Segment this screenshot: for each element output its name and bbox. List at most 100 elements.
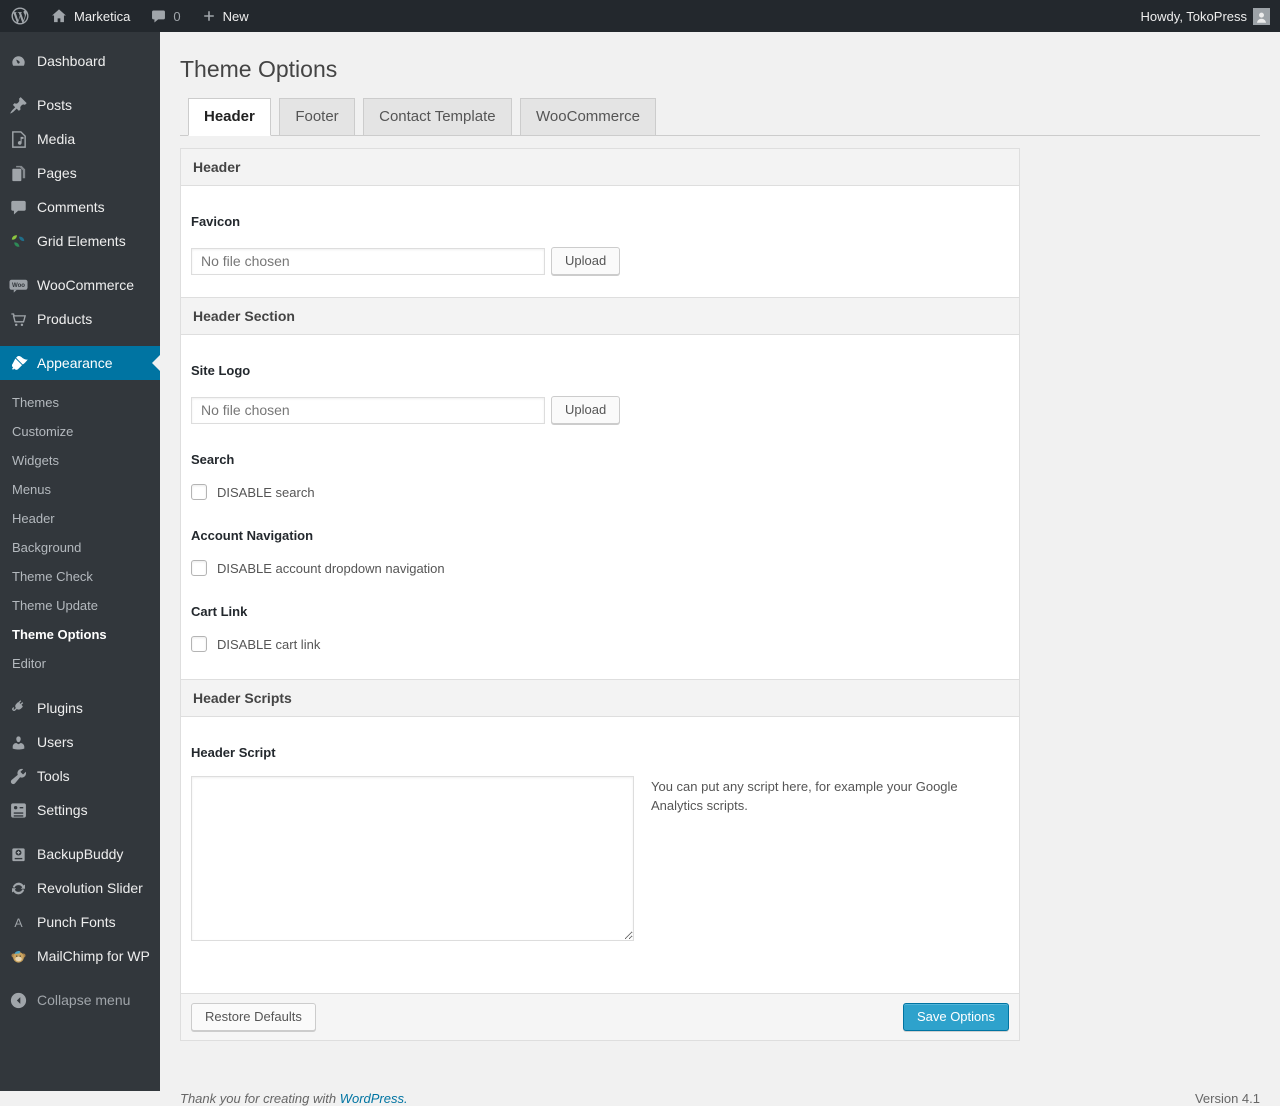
menu-separator [0, 336, 160, 346]
sidebar-item-mailchimp[interactable]: MailChimp for WP [0, 939, 160, 973]
submenu-item-theme-options[interactable]: Theme Options [0, 620, 160, 649]
sidebar-item-woocommerce[interactable]: Woo WooCommerce [0, 268, 160, 302]
dashboard-icon [0, 52, 37, 71]
wp-logo-menu[interactable] [0, 0, 40, 32]
media-icon [0, 130, 37, 149]
favicon-upload-row: Upload [191, 247, 1009, 275]
comment-count: 0 [173, 8, 181, 24]
submenu-item-theme-check[interactable]: Theme Check [0, 562, 160, 591]
disable-cart-link-label[interactable]: DISABLE cart link [217, 637, 320, 652]
tab-contact-template[interactable]: Contact Template [363, 98, 512, 136]
wordpress-link[interactable]: WordPress. [340, 1091, 408, 1106]
cart-icon [0, 310, 37, 329]
submenu-item-theme-update[interactable]: Theme Update [0, 591, 160, 620]
monkey-icon [0, 947, 37, 966]
comment-bubble-icon [150, 8, 167, 25]
favicon-upload-button[interactable]: Upload [551, 247, 621, 275]
disable-account-nav-label[interactable]: DISABLE account dropdown navigation [217, 561, 445, 576]
site-name-link[interactable]: Marketica [40, 0, 140, 32]
admin-sidebar: Dashboard Posts Media Pages Comments Gri… [0, 32, 160, 1091]
theme-options-tabs: Header Footer Contact Template WooCommer… [180, 98, 1260, 136]
menu-separator [0, 827, 160, 837]
disable-account-nav-checkbox[interactable] [191, 560, 207, 576]
menu-separator [0, 78, 160, 88]
pages-icon [0, 164, 37, 183]
submenu-item-themes[interactable]: Themes [0, 388, 160, 417]
sidebar-item-punch-fonts[interactable]: A Punch Fonts [0, 905, 160, 939]
footer-version: Version 4.1 [1194, 1091, 1260, 1106]
disable-account-nav-row: DISABLE account dropdown navigation [191, 560, 1009, 576]
tab-footer[interactable]: Footer [279, 98, 355, 136]
save-options-button[interactable]: Save Options [902, 1003, 1009, 1031]
active-menu-arrow [152, 355, 160, 371]
favicon-field: Favicon Upload [181, 214, 1019, 275]
svg-text:A: A [14, 915, 23, 929]
account-navigation-label: Account Navigation [191, 528, 314, 543]
sidebar-item-products[interactable]: Products [0, 302, 160, 336]
sidebar-item-appearance[interactable]: Appearance [0, 346, 160, 380]
backup-icon [0, 845, 37, 864]
site-logo-field: Site Logo Upload [181, 363, 1019, 424]
plus-icon [201, 8, 217, 24]
pushpin-icon [0, 96, 37, 115]
footer-thanks: Thank you for creating with WordPress. [180, 1091, 408, 1106]
collapse-arrow-icon [0, 991, 37, 1010]
svg-text:Woo: Woo [12, 282, 25, 289]
cart-link-field: Cart Link DISABLE cart link [181, 604, 1019, 652]
sidebar-item-grid-elements[interactable]: Grid Elements [0, 224, 160, 258]
submenu-item-menus[interactable]: Menus [0, 475, 160, 504]
sidebar-item-plugins[interactable]: Plugins [0, 691, 160, 725]
disable-cart-link-checkbox[interactable] [191, 636, 207, 652]
submenu-item-editor[interactable]: Editor [0, 649, 160, 678]
settings-icon [0, 801, 37, 820]
restore-defaults-button[interactable]: Restore Defaults [191, 1003, 316, 1031]
wrench-icon [0, 767, 37, 786]
header-script-hint: You can put any script here, for example… [651, 779, 958, 813]
sidebar-item-backupbuddy[interactable]: BackupBuddy [0, 837, 160, 871]
submenu-item-background[interactable]: Background [0, 533, 160, 562]
page-footer: Thank you for creating with WordPress. V… [180, 1091, 1260, 1106]
disable-search-label[interactable]: DISABLE search [217, 485, 315, 500]
sidebar-item-posts[interactable]: Posts [0, 88, 160, 122]
tab-woocommerce[interactable]: WooCommerce [520, 98, 656, 136]
main-content: Theme Options Header Footer Contact Temp… [160, 32, 1280, 1106]
my-account-menu[interactable]: Howdy, TokoPress [1131, 0, 1280, 32]
wordpress-logo-icon [10, 6, 30, 26]
site-logo-upload-button[interactable]: Upload [551, 396, 621, 424]
disable-search-checkbox[interactable] [191, 484, 207, 500]
section-header-scripts-bar: Header Scripts [181, 679, 1019, 717]
submenu-item-widgets[interactable]: Widgets [0, 446, 160, 475]
sidebar-item-tools[interactable]: Tools [0, 759, 160, 793]
sidebar-item-settings[interactable]: Settings [0, 793, 160, 827]
comment-icon [0, 198, 37, 217]
admin-bar: Marketica 0 New Howdy, TokoPress [0, 0, 1280, 32]
submenu-item-customize[interactable]: Customize [0, 417, 160, 446]
site-logo-upload-row: Upload [191, 396, 1009, 424]
sidebar-item-media[interactable]: Media [0, 122, 160, 156]
disable-cart-link-row: DISABLE cart link [191, 636, 1009, 652]
sidebar-item-comments[interactable]: Comments [0, 190, 160, 224]
header-script-textarea[interactable] [191, 776, 634, 941]
sidebar-item-users[interactable]: Users [0, 725, 160, 759]
comments-shortcut[interactable]: 0 [140, 0, 190, 32]
favicon-file-input[interactable] [191, 247, 545, 275]
tab-header[interactable]: Header [188, 98, 271, 136]
site-logo-file-input[interactable] [191, 396, 545, 424]
user-icon [0, 733, 37, 752]
header-script-row: You can put any script here, for example… [191, 776, 1009, 941]
sidebar-item-dashboard[interactable]: Dashboard [0, 44, 160, 78]
panel-footer: Restore Defaults Save Options [181, 993, 1019, 1040]
submenu-item-header[interactable]: Header [0, 504, 160, 533]
site-name-label: Marketica [74, 8, 131, 24]
menu-separator [0, 973, 160, 983]
collapse-menu-button[interactable]: Collapse menu [0, 983, 160, 1017]
letter-a-icon: A [0, 913, 37, 932]
new-content-menu[interactable]: New [191, 0, 259, 32]
home-icon [50, 7, 68, 25]
sidebar-item-pages[interactable]: Pages [0, 156, 160, 190]
plug-icon [0, 699, 37, 718]
cart-link-label: Cart Link [191, 604, 248, 619]
sidebar-item-revolution-slider[interactable]: Revolution Slider [0, 871, 160, 905]
page-title: Theme Options [180, 56, 338, 82]
section-header-bar: Header [181, 149, 1019, 186]
